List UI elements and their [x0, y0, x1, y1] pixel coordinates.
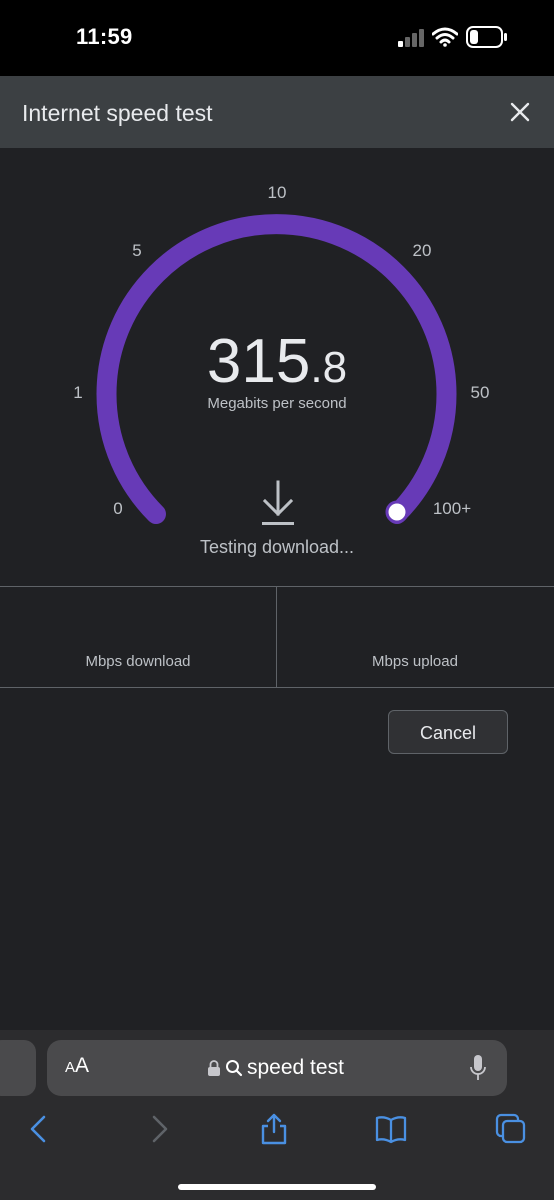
previous-tab-preview[interactable]: [0, 1040, 36, 1096]
bookmarks-icon[interactable]: [374, 1112, 408, 1146]
tick-label: 20: [412, 241, 432, 260]
test-status: Testing download...: [199, 537, 355, 557]
results-row: Mbps download Mbps upload: [0, 586, 554, 688]
status-bar: 11:59: [0, 0, 554, 76]
gauge-needle-indicator: [385, 500, 409, 524]
battery-icon: [466, 26, 507, 48]
page-title: Internet speed test: [22, 100, 213, 126]
speed-integer: 315: [206, 327, 311, 396]
wifi-icon: [432, 27, 458, 47]
speed-test-panel: 0 1 5 10 20 50 100+ 315.8 Megabits per s…: [0, 148, 554, 1030]
close-button[interactable]: [506, 98, 534, 126]
speed-value: 315.8: [0, 326, 554, 397]
cancel-button[interactable]: Cancel: [388, 710, 508, 754]
results-divider: [276, 587, 277, 687]
tabs-icon[interactable]: [494, 1112, 528, 1146]
upload-result-label: Mbps upload: [372, 653, 458, 670]
browser-address-area: AA speed test: [0, 1030, 554, 1096]
text-size-big: A: [75, 1054, 90, 1077]
text-size-small: A: [65, 1059, 76, 1076]
speed-unit: Megabits per second: [207, 395, 347, 412]
lock-icon: [208, 1060, 220, 1076]
url-field[interactable]: speed test: [207, 1054, 344, 1082]
tick-label: 100+: [432, 499, 472, 518]
search-icon: [226, 1060, 243, 1077]
share-icon[interactable]: [257, 1112, 291, 1146]
close-icon: [510, 102, 530, 122]
address-bar[interactable]: AA speed test: [47, 1040, 507, 1096]
home-indicator[interactable]: [178, 1184, 376, 1190]
speed-test-header: Internet speed test: [0, 76, 554, 148]
microphone-icon[interactable]: [469, 1054, 487, 1082]
speed-decimal: .8: [310, 343, 348, 392]
download-result-label: Mbps download: [85, 653, 191, 670]
text-size-button[interactable]: AA: [65, 1054, 89, 1078]
browser-toolbar: [0, 1096, 554, 1200]
download-arrow-icon: [262, 480, 294, 525]
forward-icon[interactable]: [142, 1112, 176, 1146]
speed-gauge: 0 1 5 10 20 50 100+ 315.8 Megabits per s…: [0, 148, 554, 578]
tick-label: 10: [267, 183, 287, 202]
address-text: speed test: [247, 1056, 344, 1079]
cellular-signal-icon: [398, 29, 424, 47]
status-time: 11:59: [76, 24, 133, 49]
status-icons: [390, 24, 510, 52]
tick-label: 0: [113, 499, 123, 518]
tick-label: 5: [132, 241, 142, 260]
back-icon[interactable]: [22, 1112, 56, 1146]
